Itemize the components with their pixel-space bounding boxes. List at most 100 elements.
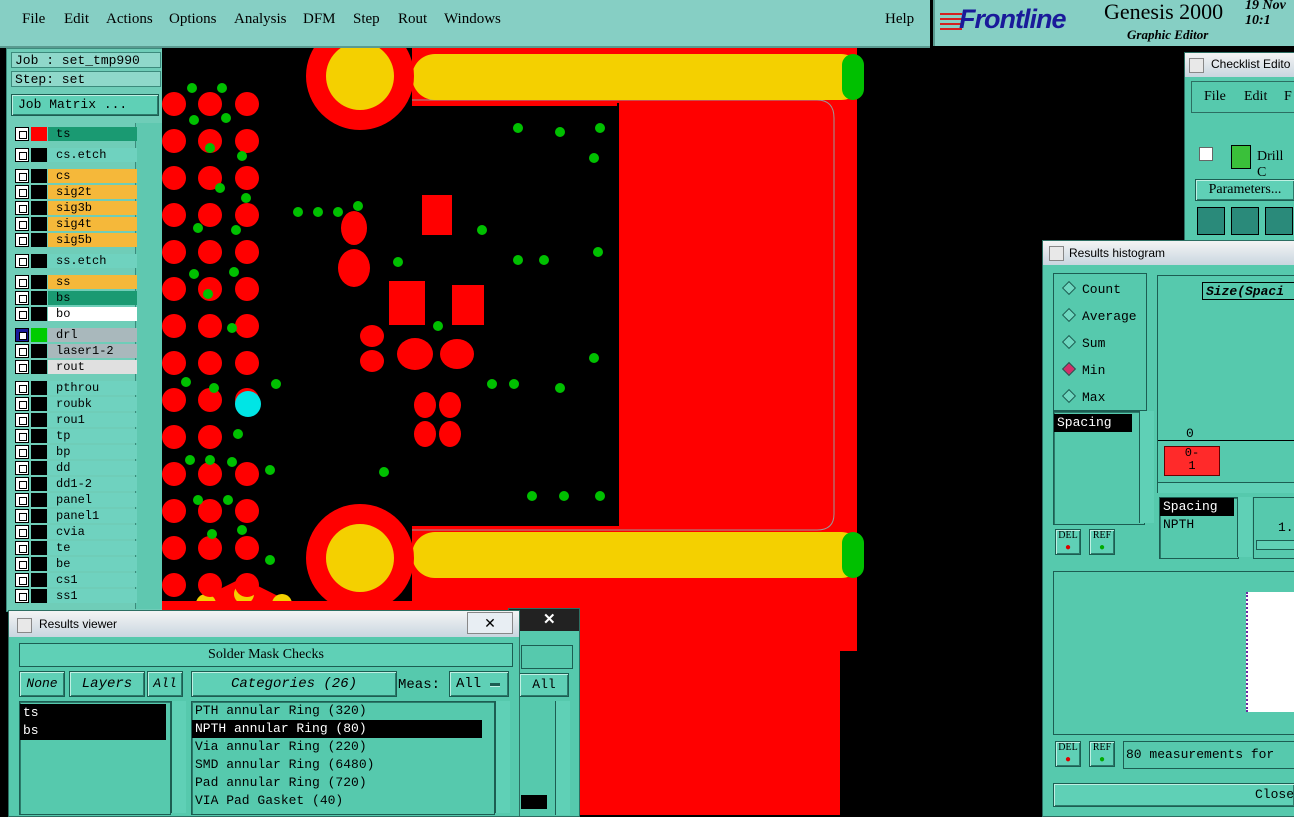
layer-color-swatch[interactable]	[31, 233, 47, 247]
layer-row-tp[interactable]: tp	[15, 429, 137, 443]
drill-checkbox[interactable]	[1199, 147, 1213, 161]
run-icon[interactable]	[1197, 207, 1225, 235]
layer-row-dd1-2[interactable]: dd1-2	[15, 477, 137, 491]
layer-row-cs1[interactable]: cs1	[15, 573, 137, 587]
histogram-bin[interactable]: 0- 1	[1164, 446, 1220, 476]
layer-color-swatch[interactable]	[31, 445, 47, 459]
checklist-menu-f[interactable]: F	[1284, 89, 1292, 105]
categories-scrollbar[interactable]	[495, 701, 510, 813]
histogram-hscroll[interactable]	[1158, 482, 1294, 493]
menu-options[interactable]: Options	[169, 11, 217, 28]
layer-row-cs.etch[interactable]: cs.etch	[15, 148, 137, 162]
none-button[interactable]: None	[19, 671, 65, 697]
layer-row-ss1[interactable]: ss1	[15, 589, 137, 603]
layer-color-swatch[interactable]	[31, 493, 47, 507]
close-button[interactable]: Close	[1053, 783, 1294, 807]
layer-checkbox[interactable]	[15, 233, 29, 247]
del-button-bottom[interactable]: DEL ●	[1055, 741, 1081, 767]
layer-checkbox[interactable]	[15, 201, 29, 215]
layer-checkbox[interactable]	[15, 477, 29, 491]
layers-button[interactable]: Layers	[69, 671, 145, 697]
layer-row-bo[interactable]: bo	[15, 307, 137, 321]
layer-color-swatch[interactable]	[31, 360, 47, 374]
layer-color-swatch[interactable]	[31, 541, 47, 555]
layer-checkbox[interactable]	[15, 275, 29, 289]
category-item[interactable]: SMD annular Ring (6480)	[192, 756, 494, 774]
category-item[interactable]: NPTH annular Ring (80)	[192, 720, 482, 738]
layer-scrollbar[interactable]	[135, 123, 162, 609]
layer-checkbox[interactable]	[15, 509, 29, 523]
layer-color-swatch[interactable]	[31, 127, 47, 141]
layer-row-panel[interactable]: panel	[15, 493, 137, 507]
layer-checkbox[interactable]	[15, 573, 29, 587]
mode-sum[interactable]: Sum	[1061, 334, 1105, 351]
layer-checkbox[interactable]	[15, 413, 29, 427]
back-scrollbar[interactable]	[555, 701, 570, 815]
layer-checkbox[interactable]	[15, 360, 29, 374]
layer-row-sig3b[interactable]: sig3b	[15, 201, 137, 215]
layer-checkbox[interactable]	[15, 445, 29, 459]
layer-list-item-bs[interactable]: bs	[20, 722, 166, 740]
category-item[interactable]: PTH annular Ring (320)	[192, 702, 494, 720]
layer-color-swatch[interactable]	[31, 328, 47, 342]
layer-checkbox[interactable]	[15, 127, 29, 141]
menu-edit[interactable]: Edit	[64, 11, 89, 28]
run-all-icon[interactable]	[1231, 207, 1259, 235]
layer-checkbox[interactable]	[15, 344, 29, 358]
layer-color-swatch[interactable]	[31, 275, 47, 289]
layer-row-dd[interactable]: dd	[15, 461, 137, 475]
menu-dfm[interactable]: DFM	[303, 11, 336, 28]
close-icon[interactable]: ✕	[467, 612, 513, 634]
measure-type-item[interactable]: Spacing	[1054, 414, 1132, 432]
layer-row-pthrou[interactable]: pthrou	[15, 381, 137, 395]
mode-max[interactable]: Max	[1061, 388, 1105, 405]
checklist-menu-edit[interactable]: Edit	[1244, 89, 1267, 105]
layer-color-swatch[interactable]	[31, 509, 47, 523]
layer-color-swatch[interactable]	[31, 217, 47, 231]
layer-row-rout[interactable]: rout	[15, 360, 137, 374]
category-item[interactable]: Via annular Ring (220)	[192, 738, 494, 756]
layer-color-swatch[interactable]	[31, 344, 47, 358]
stop-icon[interactable]	[1265, 207, 1293, 235]
results-viewer-titlebar[interactable]: Results viewer ✕	[9, 611, 519, 637]
layer-checkbox[interactable]	[15, 429, 29, 443]
job-matrix-button[interactable]: Job Matrix ...	[11, 94, 159, 116]
layers-list[interactable]: ts bs	[19, 701, 171, 815]
layer-color-swatch[interactable]	[31, 307, 47, 321]
layer-color-swatch[interactable]	[31, 381, 47, 395]
layer-checkbox[interactable]	[15, 525, 29, 539]
layer-row-sig2t[interactable]: sig2t	[15, 185, 137, 199]
layer-row-te[interactable]: te	[15, 541, 137, 555]
layer-color-swatch[interactable]	[31, 254, 47, 268]
mode-min[interactable]: Min	[1061, 361, 1105, 378]
layer-color-swatch[interactable]	[31, 557, 47, 571]
layer-row-drl[interactable]: drl	[15, 328, 137, 342]
meas-dropdown[interactable]: All	[449, 671, 509, 697]
layer-checkbox[interactable]	[15, 541, 29, 555]
category-item[interactable]: Pad annular Ring (720)	[192, 774, 494, 792]
layer-checkbox[interactable]	[15, 185, 29, 199]
layer-color-swatch[interactable]	[31, 148, 47, 162]
layer-color-swatch[interactable]	[31, 461, 47, 475]
menu-help[interactable]: Help	[885, 11, 914, 28]
menu-windows[interactable]: Windows	[444, 11, 501, 28]
layer-row-bp[interactable]: bp	[15, 445, 137, 459]
layer-color-swatch[interactable]	[31, 525, 47, 539]
back-meas-dropdown[interactable]: All	[519, 673, 569, 697]
layer-checkbox[interactable]	[15, 291, 29, 305]
checklist-menu-file[interactable]: File	[1204, 89, 1226, 105]
all-button[interactable]: All	[147, 671, 183, 697]
menu-step[interactable]: Step	[353, 11, 380, 28]
layer-color-swatch[interactable]	[31, 169, 47, 183]
menu-rout[interactable]: Rout	[398, 11, 427, 28]
layer-checkbox[interactable]	[15, 589, 29, 603]
menu-file[interactable]: File	[22, 11, 45, 28]
histogram-titlebar[interactable]: Results histogram	[1043, 241, 1294, 265]
ref-button-bottom[interactable]: REF ●	[1089, 741, 1115, 767]
result-detail-list[interactable]: Spacing NPTH	[1159, 497, 1239, 559]
checklist-editor-titlebar[interactable]: Checklist Edito	[1185, 53, 1294, 77]
layer-color-swatch[interactable]	[31, 477, 47, 491]
layer-checkbox[interactable]	[15, 254, 29, 268]
layer-checkbox[interactable]	[15, 328, 29, 342]
category-item[interactable]: VIA Pad Gasket (40)	[192, 792, 494, 810]
